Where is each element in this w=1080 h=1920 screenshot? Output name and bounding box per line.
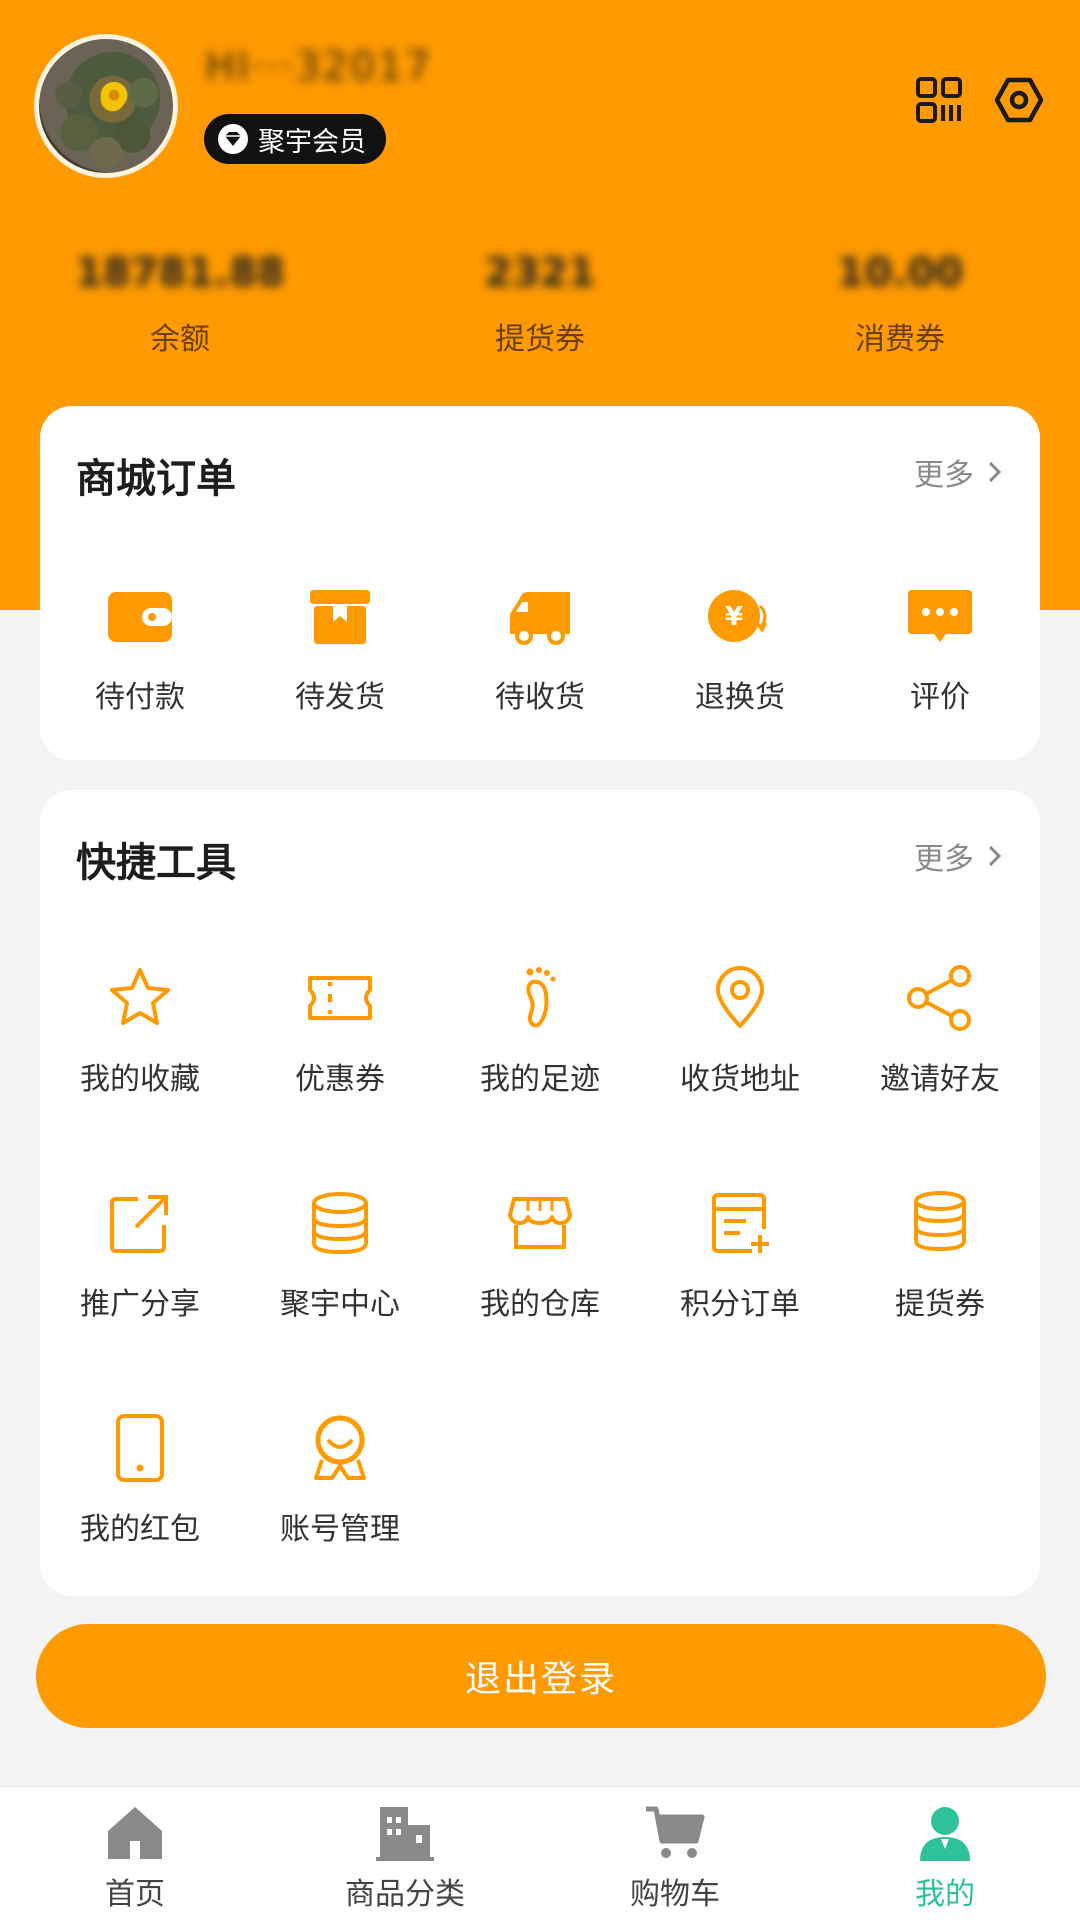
tool-points-orders[interactable]: 积分订单 — [640, 1185, 840, 1323]
tab-cart-label: 购物车 — [630, 1877, 720, 1912]
stat-balance-value: 18781.88 — [74, 250, 286, 296]
orders-more-label: 更多 — [914, 458, 974, 493]
cart-icon — [646, 1806, 705, 1858]
tools-more-label: 更多 — [914, 842, 974, 877]
database-icon — [312, 1192, 368, 1255]
tab-categories-label: 商品分类 — [345, 1877, 465, 1912]
qr-code-icon[interactable] — [914, 75, 964, 125]
tool-footprints-label: 我的足迹 — [480, 1062, 600, 1097]
chevron-right-icon — [988, 461, 1002, 483]
account-icon — [314, 1415, 366, 1480]
comment-icon — [908, 590, 972, 642]
category-icon — [376, 1807, 434, 1861]
order-pending-shipment[interactable]: 待发货 — [240, 578, 440, 716]
orders-more-link[interactable]: 更多 — [914, 450, 1006, 494]
user-icon — [920, 1807, 970, 1861]
stat-consume-label: 消费券 — [855, 322, 945, 357]
svg-text:¥: ¥ — [725, 602, 743, 632]
box-icon — [310, 590, 370, 644]
tool-red-packets-label: 我的红包 — [80, 1512, 200, 1547]
order-pending-payment[interactable]: 待付款 — [40, 578, 240, 716]
tool-red-packets[interactable]: 我的红包 — [40, 1410, 240, 1548]
order-pending-payment-label: 待付款 — [95, 680, 185, 715]
footprint-icon — [526, 967, 556, 1028]
tab-mine[interactable]: 我的 — [845, 1803, 1045, 1913]
tool-promotion-share[interactable]: 推广分享 — [40, 1185, 240, 1323]
stat-pickup-voucher[interactable]: 2321 提货券 — [410, 250, 670, 358]
tab-home[interactable]: 首页 — [35, 1803, 235, 1913]
tool-pickup-vouchers-label: 提货券 — [895, 1287, 985, 1322]
share-icon — [907, 965, 971, 1031]
tool-juyu-center-label: 聚宇中心 — [280, 1287, 400, 1322]
points-order-icon — [712, 1193, 769, 1253]
tool-points-orders-label: 积分订单 — [680, 1287, 800, 1322]
truck-icon — [510, 592, 570, 645]
wallet-icon — [108, 592, 172, 642]
tool-coupons-label: 优惠券 — [295, 1062, 385, 1097]
store-icon — [508, 1197, 572, 1249]
bottom-tab-bar: 首页 商品分类 购物车 我的 — [0, 1786, 1080, 1920]
tool-addresses[interactable]: 收货地址 — [640, 960, 840, 1098]
stat-pickup-value: 2321 — [484, 250, 596, 296]
order-pending-receipt-label: 待收货 — [495, 680, 585, 715]
stat-balance-label: 余额 — [150, 322, 210, 357]
username: HI···32017 — [205, 44, 433, 90]
order-return-exchange[interactable]: ¥ 退换货 — [640, 578, 840, 716]
orders-card: 商城订单 更多 待付款 待发货 待收货 ¥ 退换货 评价 — [40, 406, 1040, 760]
tool-warehouse-label: 我的仓库 — [480, 1287, 600, 1322]
order-return-exchange-label: 退换货 — [695, 680, 785, 715]
star-icon — [110, 968, 170, 1025]
diamond-icon — [218, 124, 248, 154]
tool-footprints[interactable]: 我的足迹 — [440, 960, 640, 1098]
tablet-icon — [116, 1414, 164, 1482]
tool-account-management-label: 账号管理 — [280, 1512, 400, 1547]
coins-icon — [914, 1191, 966, 1252]
ticket-icon — [308, 976, 372, 1020]
tool-invite-friends[interactable]: 邀请好友 — [840, 960, 1040, 1098]
tool-invite-friends-label: 邀请好友 — [880, 1062, 1000, 1097]
tools-more-link[interactable]: 更多 — [914, 834, 1006, 878]
tab-home-label: 首页 — [105, 1877, 165, 1912]
stat-balance[interactable]: 18781.88 余额 — [50, 250, 310, 358]
tab-mine-label: 我的 — [915, 1877, 975, 1912]
stat-pickup-label: 提货券 — [495, 322, 585, 357]
order-review-label: 评价 — [910, 680, 970, 715]
stat-consume-voucher[interactable]: 10.00 消费券 — [770, 250, 1030, 358]
order-review[interactable]: 评价 — [840, 578, 1040, 716]
member-badge-label: 聚宇会员 — [258, 126, 366, 158]
tool-warehouse[interactable]: 我的仓库 — [440, 1185, 640, 1323]
tool-account-management[interactable]: 账号管理 — [240, 1410, 440, 1548]
tool-juyu-center[interactable]: 聚宇中心 — [240, 1185, 440, 1323]
tool-coupons[interactable]: 优惠券 — [240, 960, 440, 1098]
tools-title: 快捷工具 — [76, 840, 236, 886]
tool-promotion-share-label: 推广分享 — [80, 1287, 200, 1322]
avatar[interactable] — [34, 34, 178, 178]
tool-favorites[interactable]: 我的收藏 — [40, 960, 240, 1098]
external-share-icon — [110, 1195, 168, 1253]
tool-addresses-label: 收货地址 — [680, 1062, 800, 1097]
tool-favorites-label: 我的收藏 — [80, 1062, 200, 1097]
tab-cart[interactable]: 购物车 — [575, 1803, 775, 1913]
orders-title: 商城订单 — [76, 456, 236, 502]
settings-icon[interactable] — [994, 75, 1044, 125]
stat-consume-value: 10.00 — [836, 250, 964, 296]
location-icon — [716, 966, 764, 1028]
tool-pickup-vouchers[interactable]: 提货券 — [840, 1185, 1040, 1323]
order-pending-shipment-label: 待发货 — [295, 680, 385, 715]
refund-icon: ¥ — [708, 590, 768, 642]
chevron-right-icon — [988, 845, 1002, 867]
home-icon — [108, 1807, 162, 1859]
order-pending-receipt[interactable]: 待收货 — [440, 578, 640, 716]
tools-card: 快捷工具 更多 我的收藏 优惠券 我的足迹 收货地址 邀请好友 推广分享 聚宇中… — [40, 790, 1040, 1596]
logout-button[interactable]: 退出登录 — [36, 1624, 1046, 1728]
tab-categories[interactable]: 商品分类 — [305, 1803, 505, 1913]
member-badge[interactable]: 聚宇会员 — [204, 114, 386, 164]
